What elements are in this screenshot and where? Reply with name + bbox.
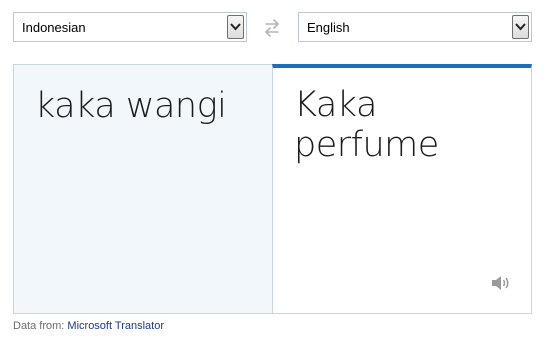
chevron-down-icon [515, 23, 526, 31]
source-text[interactable]: kaka wangi [35, 86, 227, 126]
microsoft-translator-link[interactable]: Microsoft Translator [67, 320, 164, 332]
source-language-select[interactable]: Indonesian [13, 12, 247, 42]
chevron-down-icon [230, 23, 241, 31]
attribution: Data from: Microsoft Translator [13, 320, 164, 332]
listen-button[interactable] [491, 275, 511, 291]
attribution-prefix: Data from: [13, 320, 65, 332]
source-dropdown-button[interactable] [227, 15, 244, 39]
swap-languages-button[interactable] [264, 18, 280, 38]
speaker-icon [492, 276, 509, 290]
target-dropdown-button[interactable] [512, 15, 529, 39]
translated-text: Kaka perfume [294, 85, 439, 165]
target-language-value: English [307, 20, 350, 35]
source-language-value: Indonesian [22, 20, 86, 35]
swap-arrows-icon [265, 19, 279, 37]
target-language-select[interactable]: English [298, 12, 532, 42]
translation-pane: Kaka perfume [272, 64, 532, 314]
source-text-pane[interactable]: kaka wangi [13, 64, 273, 314]
